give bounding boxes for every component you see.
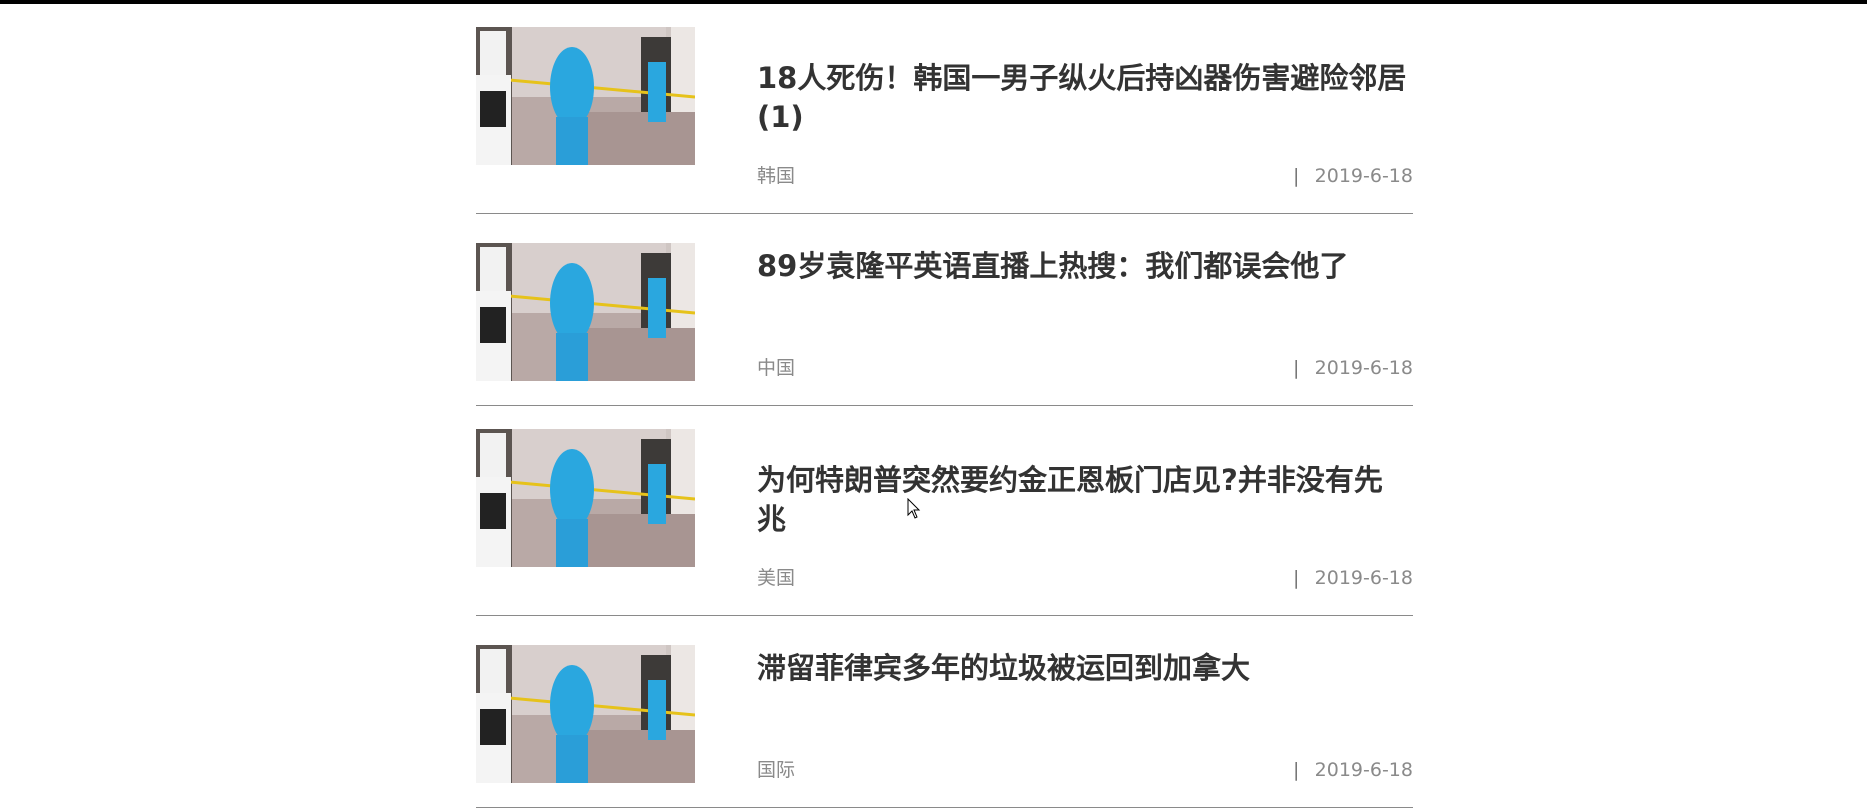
news-date: 2019-6-18 xyxy=(1314,165,1413,187)
news-thumbnail[interactable] xyxy=(476,429,695,567)
news-thumbnail[interactable] xyxy=(476,243,695,381)
news-thumbnail[interactable] xyxy=(476,27,695,165)
news-date: 2019-6-18 xyxy=(1314,759,1413,781)
news-category: 国际 xyxy=(757,759,796,781)
news-category: 美国 xyxy=(757,567,796,589)
news-date: 2019-6-18 xyxy=(1314,567,1413,589)
meta-separator: | xyxy=(1293,567,1300,589)
news-item[interactable]: 为何特朗普突然要约金正恩板门店见?并非没有先兆 美国 | 2019-6-18 xyxy=(476,406,1413,616)
meta-separator: | xyxy=(1293,165,1300,187)
news-category: 韩国 xyxy=(757,165,796,187)
news-list: 18人死伤！韩国一男子纵火后持凶器伤害避险邻居(1) 韩国 | 2019-6-1… xyxy=(476,4,1413,808)
meta-separator: | xyxy=(1293,357,1300,379)
news-title[interactable]: 89岁袁隆平英语直播上热搜：我们都误会他了 xyxy=(757,247,1407,286)
news-thumbnail[interactable] xyxy=(476,645,695,783)
news-item[interactable]: 89岁袁隆平英语直播上热搜：我们都误会他了 中国 | 2019-6-18 xyxy=(476,214,1413,406)
news-title[interactable]: 为何特朗普突然要约金正恩板门店见?并非没有先兆 xyxy=(757,461,1407,539)
meta-separator: | xyxy=(1293,759,1300,781)
news-date: 2019-6-18 xyxy=(1314,357,1413,379)
news-title[interactable]: 18人死伤！韩国一男子纵火后持凶器伤害避险邻居(1) xyxy=(757,59,1407,137)
news-meta: 韩国 | 2019-6-18 xyxy=(757,163,1413,189)
mouse-cursor-icon xyxy=(907,497,921,520)
news-category: 中国 xyxy=(757,357,796,379)
news-meta: 美国 | 2019-6-18 xyxy=(757,565,1413,591)
news-meta: 国际 | 2019-6-18 xyxy=(757,757,1413,783)
news-meta: 中国 | 2019-6-18 xyxy=(757,355,1413,381)
news-item[interactable]: 滞留菲律宾多年的垃圾被运回到加拿大 国际 | 2019-6-18 xyxy=(476,616,1413,808)
news-title[interactable]: 滞留菲律宾多年的垃圾被运回到加拿大 xyxy=(757,649,1407,688)
news-item[interactable]: 18人死伤！韩国一男子纵火后持凶器伤害避险邻居(1) 韩国 | 2019-6-1… xyxy=(476,4,1413,214)
